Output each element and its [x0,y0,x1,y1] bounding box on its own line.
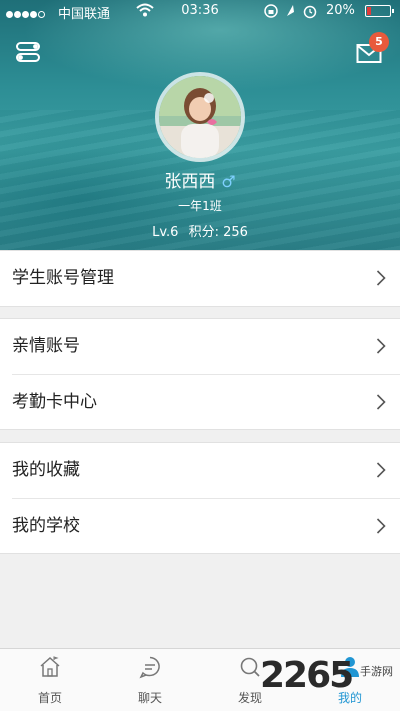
menu-item-label: 亲情账号 [12,336,80,356]
menu-item-student-account[interactable]: 学生账号管理 [0,251,400,306]
user-level: Lv.6 [152,225,179,240]
menu-group-personal: 我的收藏 我的学校 [0,442,400,554]
tab-chat[interactable]: 聊天 [100,649,200,711]
menu-item-attendance-card[interactable]: 考勤卡中心 [12,374,400,429]
male-gender-icon: ♂ [221,172,236,191]
menu-group-family: 亲情账号 考勤卡中心 [0,318,400,430]
tab-label: 我的 [337,691,362,705]
bottom-tab-bar: 首页 聊天 发现 我的 [0,648,400,711]
menu-item-label: 考勤卡中心 [12,392,97,412]
avatar-photo [159,76,241,158]
menu-item-family-account[interactable]: 亲情账号 [0,319,400,374]
class-name: 一年1班 [178,199,222,213]
status-bar: 中国联通 03:36 20% [0,0,400,22]
user-name: 张西西 [164,172,216,192]
tab-mine[interactable]: 我的 [300,649,400,711]
menu-item-label: 我的学校 [12,516,80,536]
settings-toggle-icon[interactable] [15,40,41,64]
tab-label: 发现 [237,691,262,705]
user-stats: Lv.6 积分: 256 [0,221,400,240]
chevron-right-icon [376,270,386,286]
menu-group-account: 学生账号管理 [0,250,400,307]
tab-home[interactable]: 首页 [0,649,100,711]
chat-icon [139,656,160,679]
tab-label: 聊天 [137,691,162,705]
tab-discover[interactable]: 发现 [200,649,300,711]
chevron-right-icon [376,394,386,410]
battery-icon [365,5,394,17]
unread-badge: 5 [369,32,389,52]
chevron-right-icon [376,518,386,534]
tab-label: 首页 [37,691,62,705]
home-icon [40,656,60,677]
battery-percent: 20% [326,3,355,18]
menu-item-favorites[interactable]: 我的收藏 [0,443,400,498]
avatar[interactable] [155,72,245,162]
chevron-right-icon [376,462,386,478]
system-status-icons [264,4,317,19]
menu-item-label: 学生账号管理 [12,268,114,288]
discover-icon [240,657,260,677]
menu-item-label: 我的收藏 [12,460,80,480]
menu-item-my-school[interactable]: 我的学校 [12,498,400,553]
profile-icon [341,657,359,677]
profile-header: 中国联通 03:36 20% 5 张西西 ♂ 一年1班 Lv.6 积分: 256 [0,0,400,250]
chevron-right-icon [376,338,386,354]
user-points: 积分: 256 [188,225,248,240]
user-name-line: 张西西 ♂ [0,167,400,192]
